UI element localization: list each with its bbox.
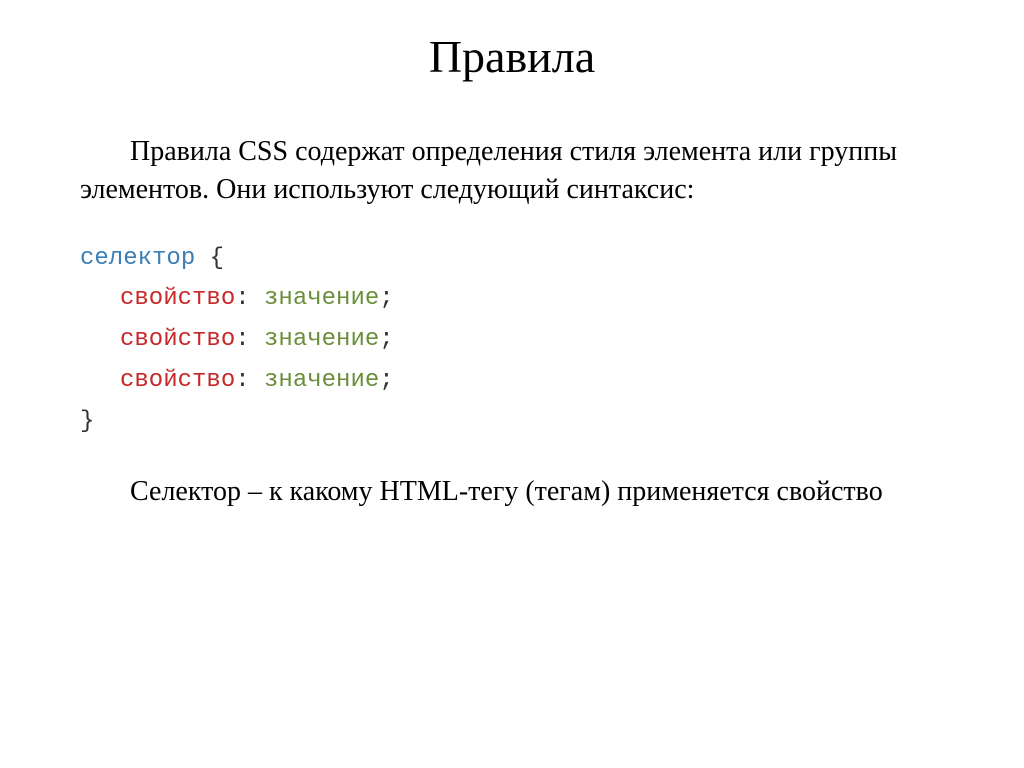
property-token: свойство bbox=[120, 367, 235, 394]
open-brace: { bbox=[210, 245, 224, 272]
selector-token: селектор bbox=[80, 245, 195, 272]
colon-token: : bbox=[235, 326, 249, 353]
property-token: свойство bbox=[120, 326, 235, 353]
close-brace: } bbox=[80, 408, 94, 435]
code-line-close: } bbox=[80, 402, 944, 443]
selector-explanation-paragraph: Селектор – к какому HTML-тегу (тегам) пр… bbox=[80, 473, 944, 511]
intro-paragraph: Правила CSS содержат определения стиля э… bbox=[80, 133, 944, 209]
value-token: значение bbox=[264, 285, 379, 312]
property-token: свойство bbox=[120, 285, 235, 312]
semicolon-token: ; bbox=[379, 285, 393, 312]
value-token: значение bbox=[264, 326, 379, 353]
value-token: значение bbox=[264, 367, 379, 394]
slide-title: Правила bbox=[80, 30, 944, 83]
code-line-declaration: свойство: значение; bbox=[80, 320, 944, 361]
code-line-declaration: свойство: значение; bbox=[80, 279, 944, 320]
semicolon-token: ; bbox=[379, 367, 393, 394]
colon-token: : bbox=[235, 285, 249, 312]
semicolon-token: ; bbox=[379, 326, 393, 353]
code-line-selector: селектор { bbox=[80, 239, 944, 280]
css-syntax-example: селектор { свойство: значение; свойство:… bbox=[80, 239, 944, 443]
colon-token: : bbox=[235, 367, 249, 394]
code-line-declaration: свойство: значение; bbox=[80, 361, 944, 402]
